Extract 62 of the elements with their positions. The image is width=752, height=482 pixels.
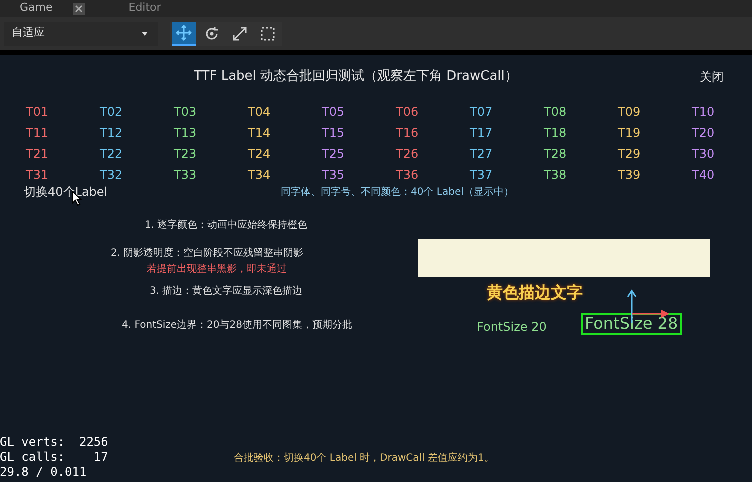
close-button[interactable]: 关闭: [672, 68, 752, 86]
status-text: 同字体、同字号、不同颜色：40个 Label（显示中）: [281, 186, 514, 200]
color-label: T16: [395, 125, 420, 142]
color-label: T40: [691, 167, 716, 184]
color-label: T39: [617, 167, 642, 184]
color-label: T27: [469, 146, 494, 163]
toggle-button[interactable]: 切换40个Label: [24, 183, 108, 201]
color-label: T15: [321, 125, 346, 142]
rotate-icon: [204, 26, 220, 42]
color-label: T20: [691, 125, 716, 142]
color-label: T28: [543, 146, 568, 163]
color-label: T06: [395, 104, 420, 121]
color-label: T38: [543, 167, 568, 184]
color-label: T30: [691, 146, 716, 163]
scene-title: TTF Label 动态合批回归测试（观察左下角 DrawCall）: [193, 68, 519, 86]
stats-line: GL verts: 2256: [0, 435, 108, 450]
color-label: T31: [25, 167, 50, 184]
color-label: T23: [173, 146, 198, 163]
color-label: T14: [247, 125, 272, 142]
color-label: T26: [395, 146, 420, 163]
color-label: T09: [617, 104, 642, 121]
color-label: T36: [395, 167, 420, 184]
color-label: T24: [247, 146, 272, 163]
color-label: T19: [617, 125, 642, 142]
scale-icon: [232, 26, 248, 42]
color-label: T21: [25, 146, 50, 163]
color-label: T07: [469, 104, 494, 121]
check-text: 4. FontSize边界：20与28使用不同图集，预期分批: [122, 318, 352, 333]
fontsize-20-text: FontSize 20: [477, 319, 547, 336]
color-label: T29: [617, 146, 642, 163]
color-label: T12: [99, 125, 124, 142]
close-icon[interactable]: [72, 2, 85, 14]
stats-line: 29.8 / 0.011: [0, 465, 88, 480]
color-label: T13: [173, 125, 198, 142]
color-label: T17: [469, 125, 494, 142]
color-label: T18: [543, 125, 568, 142]
check-text: 1. 逐字颜色：动画中应始终保持橙色: [145, 218, 308, 233]
color-label: T25: [321, 146, 346, 163]
color-label: T05: [321, 104, 346, 121]
resolution-dropdown[interactable]: 自适应: [4, 22, 158, 46]
color-label: T22: [99, 146, 124, 163]
color-label: T03: [173, 104, 198, 121]
move-icon: [176, 24, 192, 40]
outline-text: 黄色描边文字: [487, 282, 583, 304]
color-label: T33: [173, 167, 198, 184]
check-text: 3. 描边：黄色文字应显示深色描边: [150, 284, 303, 299]
footer-text: 合批验收：切换40个 Label 时，DrawCall 差值应约为1。: [234, 452, 494, 466]
color-label: T01: [25, 104, 50, 121]
color-label: T32: [99, 167, 124, 184]
stats-line: GL calls: 17: [0, 450, 108, 465]
color-label: T04: [247, 104, 272, 121]
color-label: T35: [321, 167, 346, 184]
color-label: T34: [247, 167, 272, 184]
warning-text: 若提前出现整串黑影，即未通过: [147, 262, 287, 277]
color-label: T08: [543, 104, 568, 121]
tool-button[interactable]: [172, 22, 196, 46]
check-text: 2. 阴影透明度：空白阶段不应残留整串阴影: [111, 246, 304, 261]
color-label: T11: [25, 125, 50, 142]
rect-icon: [260, 26, 276, 42]
color-label: T02: [99, 104, 124, 121]
color-label: T10: [691, 104, 716, 121]
color-label: T37: [469, 167, 494, 184]
